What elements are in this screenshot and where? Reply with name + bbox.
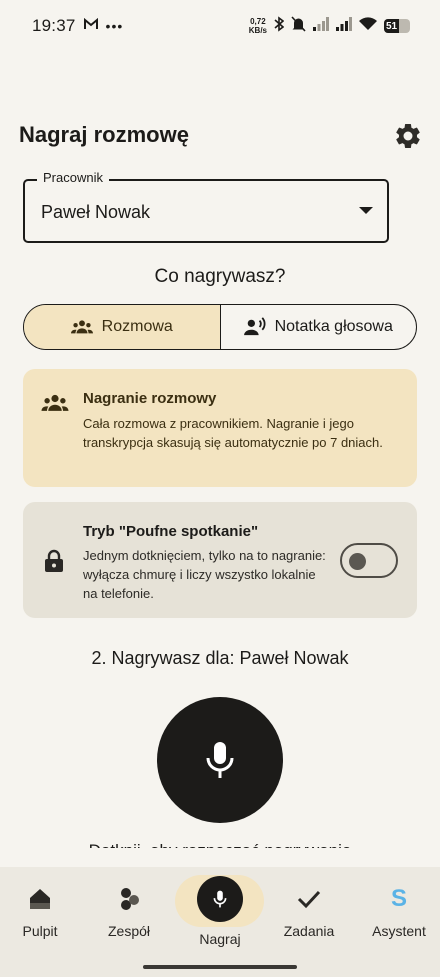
assistant-icon: S bbox=[390, 885, 407, 912]
mic-icon bbox=[213, 890, 227, 908]
wifi-icon bbox=[359, 16, 377, 36]
mode-segmented-control: Rozmowa Notatka głosowa bbox=[23, 304, 417, 350]
info-card-title: Nagranie rozmowy bbox=[83, 390, 217, 407]
recording-info-card: Nagranie rozmowy Cała rozmowa z pracowni… bbox=[23, 369, 417, 487]
gear-icon bbox=[396, 123, 420, 148]
gmail-icon bbox=[83, 17, 98, 35]
confidential-mode-card: Tryb "Poufne spotkanie" Jednym dotknięci… bbox=[23, 502, 417, 618]
battery-icon: 51 bbox=[384, 19, 410, 33]
confidential-toggle[interactable] bbox=[340, 543, 398, 578]
employee-select[interactable]: Pracownik Paweł Nowak bbox=[23, 170, 389, 243]
mode-question: Co nagrywasz? bbox=[154, 266, 286, 287]
signal-1-icon bbox=[313, 16, 329, 36]
settings-button[interactable] bbox=[393, 121, 423, 151]
mute-icon bbox=[291, 15, 306, 37]
record-button[interactable] bbox=[157, 697, 283, 823]
mode-option-label: Notatka głosowa bbox=[274, 318, 393, 335]
recording-target: 2. Nagrywasz dla: Paweł Nowak bbox=[91, 648, 349, 668]
check-icon bbox=[295, 885, 323, 913]
mode-option-voice-note[interactable]: Notatka głosowa bbox=[219, 305, 417, 349]
team-icon bbox=[115, 885, 143, 913]
page-title: Nagraj rozmowę bbox=[19, 122, 189, 147]
mic-icon bbox=[206, 742, 234, 778]
mode-option-conversation[interactable]: Rozmowa bbox=[24, 305, 220, 349]
gesture-bar[interactable] bbox=[143, 965, 297, 969]
employee-select-label: Pracownik bbox=[37, 170, 109, 185]
group-icon bbox=[41, 394, 69, 417]
confidential-description: Jednym dotknięciem, tylko na to nagranie… bbox=[83, 548, 326, 601]
toggle-knob bbox=[349, 553, 366, 570]
confidential-title: Tryb "Poufne spotkanie" bbox=[83, 523, 259, 540]
lock-icon bbox=[44, 549, 64, 578]
record-hint: Dotknij, aby rozpocząć nagrywanie bbox=[0, 834, 440, 848]
net-speed: 0,72 KB/s bbox=[248, 17, 267, 35]
nav-nagraj-icon-circle[interactable] bbox=[197, 876, 243, 922]
voice-note-icon bbox=[243, 317, 266, 336]
more-notifications-icon: ••• bbox=[105, 18, 124, 34]
signal-2-icon bbox=[336, 16, 352, 36]
bluetooth-icon bbox=[274, 15, 285, 37]
status-bar: 19:37 ••• 0,72 KB/s 51 bbox=[0, 0, 440, 52]
mode-option-label: Rozmowa bbox=[101, 318, 173, 335]
group-icon bbox=[70, 320, 93, 334]
info-card-body: Cała rozmowa z pracownikiem. Nagranie i … bbox=[83, 416, 383, 450]
dropdown-arrow-icon bbox=[359, 207, 373, 214]
home-icon bbox=[26, 885, 54, 913]
status-time: 19:37 bbox=[32, 16, 76, 35]
employee-select-value: Paweł Nowak bbox=[41, 202, 151, 222]
